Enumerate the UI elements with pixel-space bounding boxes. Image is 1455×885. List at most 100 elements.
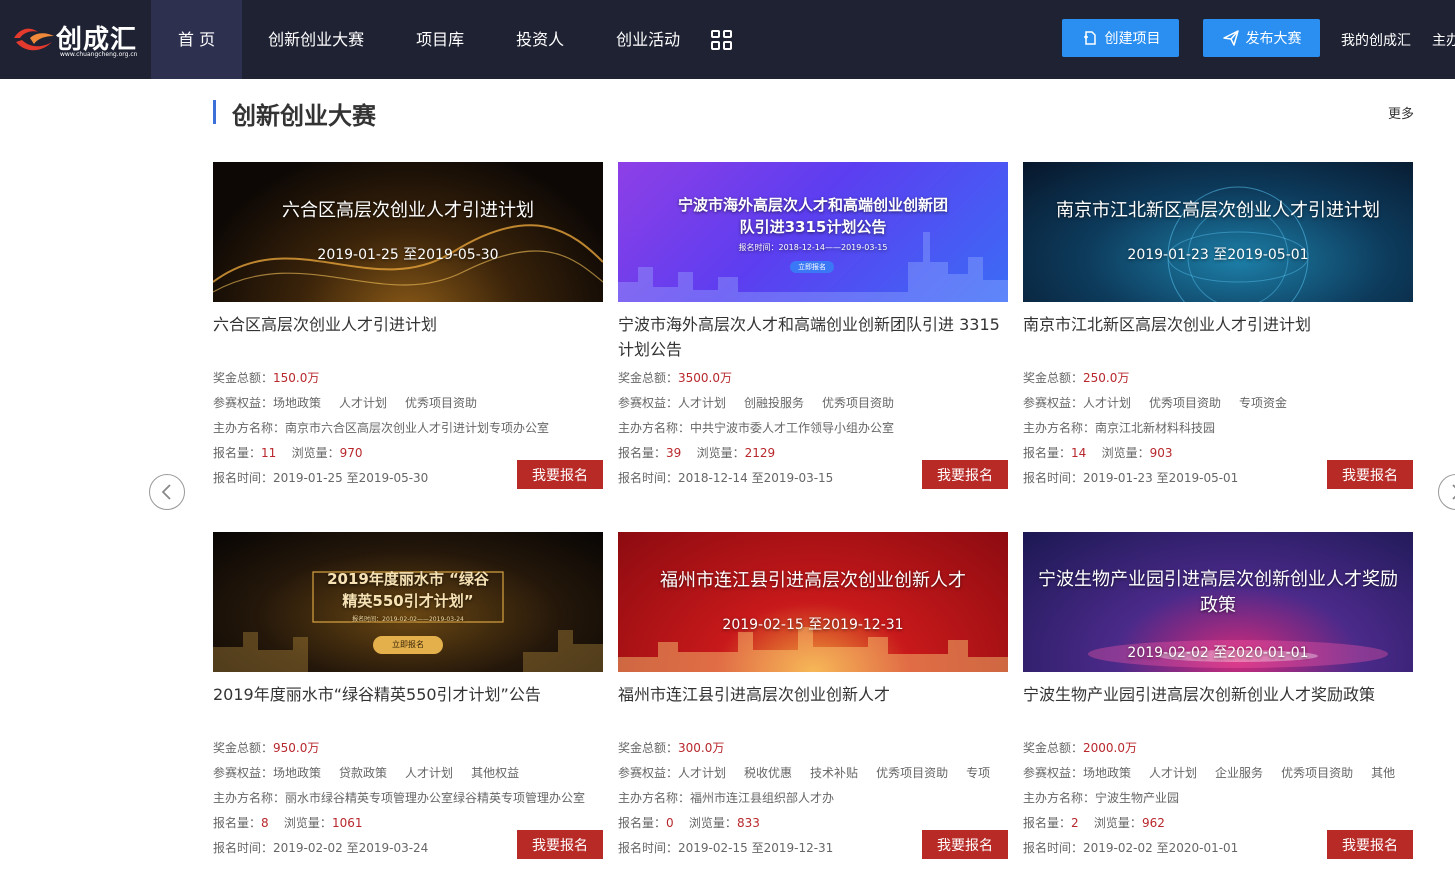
- right-tag: 人才计划: [339, 396, 388, 410]
- signups-label: 报名量：: [213, 446, 262, 460]
- signups-label: 报名量：: [618, 446, 667, 460]
- top-navbar: 创成汇 www.chuangcheng.org.cn 首 页 创新创业大赛 项目…: [0, 0, 1455, 79]
- views-label: 浏览量：: [1093, 816, 1142, 830]
- rights-row: 参赛权益：人才计划 创融投服务 优秀项目资助: [618, 394, 1008, 411]
- section-title: 创新创业大赛: [232, 102, 376, 130]
- stats-row: 报名量：8 浏览量：1061: [213, 814, 603, 831]
- carousel-prev-button[interactable]: [149, 474, 185, 510]
- contest-banner[interactable]: 2019年度丽水市 “绿谷精英550引才计划” 报名时间：2019-02-02—…: [213, 532, 603, 672]
- nav-investors[interactable]: 投资人: [490, 0, 590, 79]
- views-label: 浏览量：: [688, 816, 737, 830]
- publish-contest-label: 发布大赛: [1245, 31, 1302, 47]
- right-tag: 优秀项目资助: [405, 396, 478, 410]
- more-link[interactable]: 更多: [1388, 103, 1414, 122]
- apps-menu[interactable]: [710, 0, 733, 79]
- site-logo[interactable]: 创成汇 www.chuangcheng.org.cn: [12, 18, 137, 62]
- contest-banner[interactable]: 宁波生物产业园引进高层次创新创业人才奖励政策 2019-02-02 至2020-…: [1023, 532, 1413, 672]
- red-skyline-decoration: [618, 627, 1008, 672]
- host-value: 南京江北新材料科技园: [1095, 421, 1216, 435]
- contest-banner[interactable]: 南京市江北新区高层次创业人才引进计划 2019-01-23 至2019-05-0…: [1023, 162, 1413, 302]
- logo-url: www.chuangcheng.org.cn: [60, 51, 138, 58]
- views-label: 浏览量：: [696, 446, 745, 460]
- right-tag: 优秀项目资助: [1149, 396, 1222, 410]
- banner-title: 2019年度丽水市 “绿谷精英550引才计划”: [327, 570, 489, 610]
- host-value: 福州市连江县组织部人才办: [690, 791, 835, 805]
- carousel-next-button[interactable]: [1438, 474, 1455, 510]
- right-tag: 其他权益: [471, 766, 520, 780]
- nav-events[interactable]: 创业活动: [590, 0, 706, 79]
- contest-card: 福州市连江县引进高层次创业创新人才 2019-02-15 至2019-12-31…: [618, 532, 1008, 872]
- banner-signup-pill: 立即报名: [790, 261, 834, 273]
- views-value: 962: [1141, 816, 1165, 830]
- period-value: 2019-02-02 至2019-03-24: [273, 841, 429, 855]
- contest-title[interactable]: 六合区高层次创业人才引进计划: [213, 312, 603, 337]
- host-row: 主办方名称：宁波生物产业园: [1023, 789, 1413, 806]
- prize-value: 300.0万: [678, 741, 725, 755]
- contest-title[interactable]: 宁波市海外高层次人才和高端创业创新团队引进 3315计划公告: [618, 312, 1008, 362]
- contest-banner[interactable]: 宁波市海外高层次人才和高端创业创新团队引进3315计划公告 报名时间：2018-…: [618, 162, 1008, 302]
- right-tag: 企业服务: [1215, 766, 1264, 780]
- banner-date: 2019-02-15 至2019-12-31: [722, 617, 904, 633]
- host-row: 主办方名称：丽水市绿谷精英专项管理办公室绿谷精英专项管理办公室: [213, 789, 603, 806]
- signups-value: 14: [1071, 446, 1087, 460]
- period-label: 报名时间：: [618, 841, 679, 855]
- logo-mark-icon: [14, 28, 54, 51]
- host-link[interactable]: 主办: [1432, 30, 1455, 50]
- host-row: 主办方名称：南京市六合区高层次创业人才引进计划专项办公室: [213, 419, 603, 436]
- contest-card: 南京市江北新区高层次创业人才引进计划 2019-01-23 至2019-05-0…: [1023, 162, 1413, 502]
- banner-date: 报名时间：2019-02-02——2019-03-24: [352, 616, 464, 623]
- sign-up-button[interactable]: 我要报名: [922, 460, 1008, 489]
- host-value: 宁波生物产业园: [1095, 791, 1180, 805]
- banner-date: 2019-01-25 至2019-05-30: [317, 247, 499, 263]
- sign-up-button[interactable]: 我要报名: [1327, 460, 1413, 489]
- right-tag: 优秀项目资助: [822, 396, 895, 410]
- rights-label: 参赛权益：: [1023, 396, 1084, 410]
- period-value: 2019-02-15 至2019-12-31: [678, 841, 834, 855]
- right-tag: 场地政策: [1083, 766, 1132, 780]
- stats-row: 报名量：39 浏览量：2129: [618, 444, 1008, 461]
- right-tag: 优秀项目资助: [1281, 766, 1354, 780]
- period-label: 报名时间：: [1023, 471, 1084, 485]
- nav-home[interactable]: 首 页: [151, 0, 243, 79]
- my-account-link[interactable]: 我的创成汇: [1341, 30, 1411, 50]
- signups-label: 报名量：: [213, 816, 262, 830]
- banner-title: 福州市连江县引进高层次创业创新人才: [660, 570, 966, 591]
- host-value: 中共宁波市委人才工作领导小组办公室: [690, 421, 895, 435]
- banner-title: 宁波市海外高层次人才和高端创业创新团队引进3315计划公告: [678, 196, 949, 236]
- banner-title: 南京市江北新区高层次创业人才引进计划: [1056, 200, 1380, 221]
- prize-label: 奖金总额：: [1023, 741, 1084, 755]
- prize-row: 奖金总额：950.0万: [213, 739, 603, 756]
- banner-title: 宁波生物产业园引进高层次创新创业人才奖励政策: [1038, 569, 1398, 616]
- period-value: 2019-01-25 至2019-05-30: [273, 471, 429, 485]
- contest-card: 六合区高层次创业人才引进计划 2019-01-25 至2019-05-30 六合…: [213, 162, 603, 502]
- signups-value: 0: [666, 816, 674, 830]
- prize-label: 奖金总额：: [213, 741, 274, 755]
- right-tag: 其他: [1371, 766, 1396, 780]
- prize-value: 150.0万: [273, 371, 320, 385]
- prize-label: 奖金总额：: [1023, 371, 1084, 385]
- contest-banner[interactable]: 福州市连江县引进高层次创业创新人才 2019-02-15 至2019-12-31: [618, 532, 1008, 672]
- stats-row: 报名量：0 浏览量：833: [618, 814, 1008, 831]
- sign-up-button[interactable]: 我要报名: [1327, 830, 1413, 859]
- host-row: 主办方名称：南京江北新材料科技园: [1023, 419, 1413, 436]
- rights-label: 参赛权益：: [618, 396, 679, 410]
- contest-title[interactable]: 南京市江北新区高层次创业人才引进计划: [1023, 312, 1413, 337]
- rights-row: 参赛权益：人才计划 优秀项目资助 专项资金: [1023, 394, 1413, 411]
- signups-label: 报名量：: [618, 816, 667, 830]
- prize-row: 奖金总额：2000.0万: [1023, 739, 1413, 756]
- contest-title[interactable]: 宁波生物产业园引进高层次创新创业人才奖励政策: [1023, 682, 1413, 707]
- create-project-button[interactable]: 创建项目: [1062, 19, 1179, 57]
- nav-contests[interactable]: 创新创业大赛: [242, 0, 390, 79]
- prize-value: 2000.0万: [1083, 741, 1138, 755]
- banner-date: 2019-02-02 至2020-01-01: [1127, 645, 1309, 661]
- sign-up-button[interactable]: 我要报名: [517, 460, 603, 489]
- contest-banner[interactable]: 六合区高层次创业人才引进计划 2019-01-25 至2019-05-30: [213, 162, 603, 302]
- publish-contest-button[interactable]: 发布大赛: [1203, 19, 1320, 57]
- contest-title[interactable]: 2019年度丽水市“绿谷精英550引才计划”公告: [213, 682, 603, 707]
- nav-projects[interactable]: 项目库: [390, 0, 490, 79]
- contest-title[interactable]: 福州市连江县引进高层次创业创新人才: [618, 682, 1008, 707]
- sign-up-button[interactable]: 我要报名: [517, 830, 603, 859]
- contest-card: 宁波市海外高层次人才和高端创业创新团队引进3315计划公告 报名时间：2018-…: [618, 162, 1008, 502]
- period-label: 报名时间：: [618, 471, 679, 485]
- sign-up-button[interactable]: 我要报名: [922, 830, 1008, 859]
